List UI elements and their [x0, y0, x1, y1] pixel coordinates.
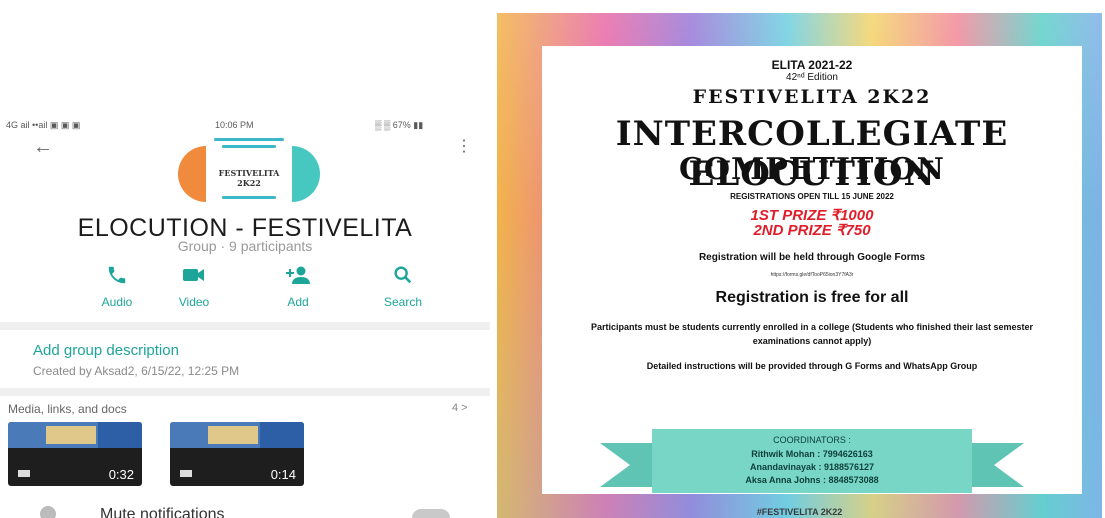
poster-title-line2: COMPETITION [679, 152, 945, 187]
avatar-year: 2K22 [237, 178, 261, 188]
media-count[interactable]: 4 > [452, 402, 468, 414]
coordinator-entry: Aksa Anna Johns : 8848573088 [745, 475, 879, 485]
video-icon [149, 264, 239, 288]
poster-card: ELITA 2021-22 42ⁿᵈ Edition FESTIVELITA 2… [542, 46, 1082, 494]
poster-free-registration: Registration is free for all [715, 289, 909, 306]
poster-edition: 42ⁿᵈ Edition [786, 72, 838, 83]
video-call-button[interactable]: Video [149, 264, 239, 309]
media-thumbnail[interactable]: 0:14 [170, 422, 304, 486]
status-bar: 4G ail ••ail ▣ ▣ ▣ 10:06 PM ▒ ▒ 67% ▮▮ [0, 117, 470, 133]
poster-registration-deadline: REGISTRATIONS OPEN TILL 15 JUNE 2022 [730, 192, 894, 201]
search-label: Search [383, 295, 423, 309]
coordinator-entry: Anandavinayak : 9188576127 [749, 462, 875, 472]
signal-indicators: 4G ail ••ail ▣ ▣ ▣ [6, 120, 81, 130]
poster-form-link: https://forms.gle/dfTooP65ion3Y7fA3r [770, 272, 854, 278]
avatar-left-arc [178, 146, 208, 202]
ribbon-left-end [600, 443, 652, 487]
coordinators-title: COORDINATORS : [773, 435, 851, 445]
video-duration: 0:32 [108, 467, 134, 482]
avatar-right-arc [290, 146, 320, 202]
avatar-title: FESTIVELITA [218, 168, 280, 178]
media-section-title[interactable]: Media, links, and docs [8, 402, 127, 416]
poster-second-prize: 2ND PRIZE ₹750 [753, 222, 871, 239]
avatar-logo: FESTIVELITA 2K22 [206, 132, 292, 210]
poster-hashtag: #FESTIVELITA 2K22 [756, 507, 843, 517]
add-participant-button[interactable]: Add [253, 264, 343, 309]
video-duration: 0:14 [270, 467, 296, 482]
back-arrow-icon[interactable]: ← [33, 136, 53, 159]
group-created-info: Created by Aksad2, 6/15/22, 12:25 PM [33, 364, 240, 378]
search-icon [358, 264, 448, 288]
poster-fest-name: FESTIVELITA 2K22 [692, 86, 932, 108]
battery-indicator: ▒ ▒ 67% ▮▮ [375, 120, 424, 130]
logo-bar [222, 145, 276, 148]
add-label: Add [287, 295, 309, 309]
coordinator-entry: Rithwik Mohan : 7994626163 [751, 449, 873, 459]
logo-bar [222, 196, 276, 199]
video-label: Video [178, 295, 210, 309]
clock: 10:06 PM [215, 120, 254, 130]
logo-bar [214, 138, 284, 141]
poster-eligibility: Participants must be students currently … [590, 322, 1034, 346]
mute-toggle[interactable] [412, 509, 450, 518]
media-thumbnail[interactable]: 0:32 [8, 422, 142, 486]
mute-icon [40, 506, 56, 518]
poster-elita: ELITA 2021-22 [771, 58, 853, 72]
search-button[interactable]: Search [358, 264, 448, 309]
mute-notifications-label[interactable]: Mute notifications [100, 506, 225, 518]
poster-google-forms: Registration will be held through Google… [698, 252, 926, 263]
video-camera-icon [180, 470, 192, 477]
group-avatar[interactable]: FESTIVELITA 2K22 [178, 132, 320, 210]
coordinators-ribbon: COORDINATORS : Rithwik Mohan : 799462616… [600, 429, 1024, 493]
ribbon-right-end [972, 443, 1024, 487]
video-camera-icon [18, 470, 30, 477]
group-participants: Group · 9 participants [177, 238, 313, 254]
more-options-icon[interactable]: ⋮ [456, 136, 472, 156]
thumbnail-preview [8, 422, 142, 448]
poster-image: ELITA 2021-22 42ⁿᵈ Edition FESTIVELITA 2… [497, 13, 1102, 518]
add-group-description[interactable]: Add group description [33, 342, 179, 359]
thumbnail-preview [170, 422, 304, 448]
add-person-icon [253, 264, 343, 288]
whatsapp-group-info: 4G ail ••ail ▣ ▣ ▣ 10:06 PM ▒ ▒ 67% ▮▮ ←… [0, 0, 490, 518]
poster-instructions: Detailed instructions will be provided t… [646, 361, 978, 371]
section-divider [0, 322, 490, 330]
section-divider [0, 388, 490, 396]
